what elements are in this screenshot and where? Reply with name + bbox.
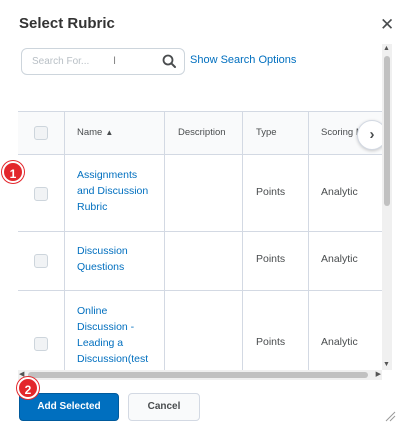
row-checkbox[interactable] [34, 187, 48, 201]
chevron-right-icon: › [369, 126, 375, 143]
search-input[interactable] [22, 49, 156, 74]
table-header: Name ▲ Description Type Scoring M [18, 112, 382, 155]
scroll-down-arrow-icon[interactable]: ▼ [383, 360, 390, 370]
select-all-checkbox[interactable] [34, 126, 48, 140]
text-cursor-icon: I [113, 55, 117, 67]
callout-badge: 2 [17, 377, 39, 399]
rubric-name-line: and Discussion [77, 185, 149, 197]
close-icon[interactable]: ✕ [380, 16, 394, 34]
column-header-name-label: Name [77, 127, 103, 138]
column-header-description: Description [178, 127, 226, 138]
rubric-scoring-method: Analytic [321, 336, 358, 348]
column-header-type: Type [256, 127, 277, 138]
table-row: Assignments and Discussion Rubric Points… [18, 155, 382, 232]
rubric-scoring-method: Analytic [321, 253, 358, 265]
vertical-scroll-thumb[interactable] [384, 56, 390, 206]
search-icon [162, 54, 176, 68]
vertical-scrollbar[interactable]: ▲ ▼ [382, 44, 392, 370]
search-button[interactable] [160, 52, 180, 72]
row-checkbox[interactable] [34, 337, 48, 351]
rubric-type: Points [256, 186, 286, 198]
rubric-name-link[interactable]: Discussion Questions [77, 243, 159, 275]
rubric-name-line: Discussion [77, 245, 128, 257]
scroll-up-arrow-icon[interactable]: ▲ [383, 44, 390, 54]
resize-grip-icon[interactable] [384, 410, 396, 422]
dialog-title: Select Rubric [19, 15, 115, 32]
scroll-right-arrow-icon[interactable]: ▶ [376, 370, 381, 380]
rubric-name-line: Discussion - [77, 321, 135, 333]
table-row: Online Discussion - Leading a Discussion… [18, 291, 382, 371]
sort-ascending-icon: ▲ [105, 128, 114, 137]
rubric-name-line: Questions [77, 261, 125, 273]
show-search-options-link[interactable]: Show Search Options [190, 54, 296, 66]
search-box: I [21, 48, 185, 75]
rubric-table: Name ▲ Description Type Scoring M Assignm… [18, 111, 382, 371]
column-header-name[interactable]: Name ▲ [77, 112, 113, 155]
rubric-name-line: Online [77, 305, 108, 317]
rubric-name-line: Rubric [77, 201, 108, 213]
horizontal-scrollbar[interactable]: ◀ ▶ [18, 370, 382, 380]
rubric-name-line: Leading a [77, 337, 124, 349]
rubric-type: Points [256, 253, 286, 265]
cancel-button[interactable]: Cancel [128, 393, 200, 421]
rubric-type: Points [256, 336, 286, 348]
table-row: Discussion Questions Points Analytic [18, 232, 382, 291]
rubric-name-link[interactable]: Assignments and Discussion Rubric [77, 167, 159, 215]
rubric-name-line: Discussion(test [77, 353, 149, 365]
rubric-name-line: Assignments [77, 169, 138, 181]
rubric-scoring-method: Analytic [321, 186, 358, 198]
rubric-name-link[interactable]: Online Discussion - Leading a Discussion… [77, 303, 159, 367]
horizontal-scroll-thumb[interactable] [28, 372, 368, 378]
row-checkbox[interactable] [34, 254, 48, 268]
callout-badge: 1 [2, 161, 24, 183]
